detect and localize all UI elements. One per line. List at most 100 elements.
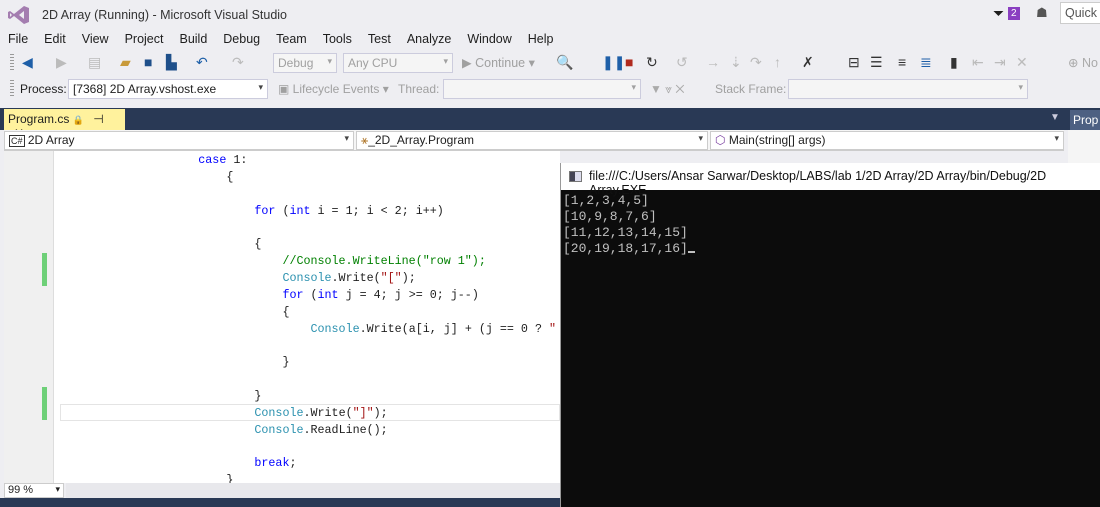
new-project-icon[interactable]: ▤ bbox=[88, 51, 101, 73]
horizontal-scrollbar[interactable] bbox=[66, 483, 560, 498]
menu-project[interactable]: Project bbox=[117, 30, 172, 50]
restart-icon[interactable]: ↻ bbox=[646, 51, 658, 73]
csharp-icon: C# bbox=[9, 135, 25, 147]
editor-margin bbox=[4, 151, 54, 483]
code-line[interactable]: Console.Write("]"); bbox=[58, 405, 387, 422]
show-next-statement-icon[interactable]: ↺ bbox=[676, 51, 688, 73]
zoom-dropdown[interactable]: 99 % ▾ bbox=[4, 483, 64, 498]
redo-icon[interactable]: ↷ bbox=[232, 51, 244, 73]
no-label[interactable]: ⊕ No bbox=[1068, 55, 1098, 70]
pin-icon[interactable]: ⊣ bbox=[93, 112, 103, 126]
break-all-icon[interactable]: ❚❚ bbox=[602, 51, 625, 73]
code-token: int bbox=[289, 203, 311, 218]
menu-view[interactable]: View bbox=[74, 30, 117, 50]
code-line[interactable]: break; bbox=[58, 455, 296, 472]
thread-icon[interactable]: ⊟ bbox=[848, 51, 860, 73]
code-line[interactable]: { bbox=[58, 304, 289, 321]
code-line[interactable]: } bbox=[58, 354, 289, 371]
navigate-forward-icon[interactable]: ▶ bbox=[56, 51, 67, 73]
code-line[interactable]: //Console.WriteLine("row 1"); bbox=[58, 253, 485, 270]
change-marker bbox=[42, 253, 47, 286]
console-line: [1,2,3,4,5] bbox=[563, 193, 649, 208]
code-token: break bbox=[254, 456, 290, 471]
code-line[interactable]: Console.ReadLine(); bbox=[58, 422, 387, 439]
code-line[interactable]: Console.Write(a[i, j] + (j == 0 ? " bbox=[58, 321, 557, 338]
filter-threads-icon[interactable]: ▼ ⩔ ✕ bbox=[650, 82, 684, 97]
code-line[interactable]: { bbox=[58, 169, 233, 186]
process-dropdown[interactable]: [7368] 2D Array.vshost.exe ▾ bbox=[68, 79, 268, 99]
window-title: 2D Array (Running) - Microsoft Visual St… bbox=[42, 8, 288, 22]
quick-launch-input[interactable]: Quick bbox=[1060, 2, 1100, 24]
code-token: Console bbox=[254, 422, 304, 437]
menu-build[interactable]: Build bbox=[171, 30, 215, 50]
code-token: ( bbox=[303, 287, 318, 302]
toolbar-grip[interactable] bbox=[10, 54, 14, 72]
navigate-back-icon[interactable]: ◀ bbox=[22, 51, 33, 73]
member-dropdown[interactable]: ⬡ Main(string[] args) ▾ bbox=[710, 131, 1064, 150]
code-token: i = 1; i < 2; i++) bbox=[310, 203, 444, 218]
code-token: { bbox=[282, 304, 290, 319]
step-out-icon[interactable]: ↷ bbox=[750, 51, 762, 73]
continue-button[interactable]: ▶ Continue ▾ bbox=[462, 55, 535, 70]
find-in-files-icon[interactable]: 🔍 bbox=[556, 51, 573, 73]
console-title-bar[interactable]: file:///C:/Users/Ansar Sarwar/Desktop/LA… bbox=[561, 163, 1100, 197]
code-token: Console bbox=[282, 270, 332, 285]
notifications-filter-icon[interactable]: ⏷ bbox=[993, 5, 1004, 22]
feedback-icon[interactable]: ☗ bbox=[1036, 5, 1048, 21]
project-dropdown[interactable]: C# 2D Array ▾ bbox=[4, 131, 354, 150]
prev-bookmark-icon[interactable]: ⇤ bbox=[972, 51, 984, 73]
standard-toolbar: ◀ ▶ ▤ ▰ ■ ▙ ↶ ↷ Debug ▾ Any CPU ▾ ▶ Contin… bbox=[0, 51, 1100, 75]
solution-platform-dropdown[interactable]: Any CPU ▾ bbox=[343, 53, 453, 73]
lock-icon: 🔒 bbox=[72, 115, 84, 125]
comment-icon[interactable]: ≡ bbox=[898, 51, 906, 73]
menu-team[interactable]: Team bbox=[268, 30, 315, 50]
stack-frame-dropdown[interactable]: ▾ bbox=[788, 79, 1028, 99]
uncomment-icon[interactable]: ≣ bbox=[920, 51, 932, 73]
menu-edit[interactable]: Edit bbox=[36, 30, 74, 50]
menu-analyze[interactable]: Analyze bbox=[399, 30, 459, 50]
menu-window[interactable]: Window bbox=[459, 30, 519, 50]
console-window[interactable]: file:///C:/Users/Ansar Sarwar/Desktop/LA… bbox=[560, 163, 1100, 507]
code-line[interactable]: { bbox=[58, 236, 261, 253]
save-all-icon[interactable]: ▙ bbox=[166, 51, 177, 73]
lifecycle-events-button[interactable]: ▣ Lifecycle Events ▾ bbox=[278, 82, 389, 96]
step-up-icon[interactable]: ↑ bbox=[774, 51, 781, 73]
properties-tab[interactable]: Prop bbox=[1070, 110, 1100, 130]
code-line[interactable]: } bbox=[58, 388, 261, 405]
step-into-icon[interactable]: → bbox=[706, 51, 720, 73]
code-token: { bbox=[226, 169, 234, 184]
stop-debugging-icon[interactable]: ■ bbox=[625, 51, 633, 73]
code-line[interactable]: Console.Write("["); bbox=[58, 270, 415, 287]
undo-icon[interactable]: ↶ bbox=[196, 51, 208, 73]
code-token: } bbox=[254, 388, 262, 403]
menu-test[interactable]: Test bbox=[360, 30, 399, 50]
class-dropdown[interactable]: ⚹_2D_Array.Program ▾ bbox=[356, 131, 708, 150]
menu-debug[interactable]: Debug bbox=[215, 30, 268, 50]
breakpoints-icon[interactable]: ✗ bbox=[802, 51, 814, 73]
console-line: [10,9,8,7,6] bbox=[563, 209, 657, 224]
console-output: [1,2,3,4,5] [10,9,8,7,6] [11,12,13,14,15][… bbox=[563, 193, 695, 257]
columns-icon[interactable]: ☰ bbox=[870, 51, 883, 73]
clear-bookmarks-icon[interactable]: ✕ bbox=[1016, 51, 1028, 73]
code-token: "]" bbox=[352, 405, 374, 420]
open-file-icon[interactable]: ▰ bbox=[120, 51, 131, 73]
code-line[interactable]: for (int i = 1; i < 2; i++) bbox=[58, 203, 444, 220]
menu-tools[interactable]: Tools bbox=[315, 30, 360, 50]
menu-help[interactable]: Help bbox=[520, 30, 562, 50]
notification-count-badge[interactable]: 2 bbox=[1008, 7, 1020, 20]
next-bookmark-icon[interactable]: ⇥ bbox=[994, 51, 1006, 73]
code-line[interactable]: case 1: bbox=[58, 152, 247, 169]
save-icon[interactable]: ■ bbox=[144, 51, 152, 73]
step-over-icon[interactable]: ⇣ bbox=[730, 51, 742, 73]
toolbar-grip[interactable] bbox=[10, 80, 14, 98]
code-token: Console bbox=[310, 321, 360, 336]
thread-dropdown[interactable]: ▾ bbox=[443, 79, 641, 99]
tab-overflow-icon[interactable]: ▼ bbox=[1050, 112, 1060, 123]
document-tab-strip bbox=[0, 108, 1100, 130]
solution-configuration-dropdown[interactable]: Debug ▾ bbox=[273, 53, 337, 73]
tab-program-cs[interactable]: Program.cs 🔒 ⊣ ✕ bbox=[4, 109, 125, 140]
menu-file[interactable]: File bbox=[0, 30, 36, 50]
code-line[interactable]: for (int j = 4; j >= 0; j--) bbox=[58, 287, 478, 304]
code-token: 1: bbox=[226, 153, 248, 167]
bookmark-icon[interactable]: ▮ bbox=[950, 51, 958, 73]
